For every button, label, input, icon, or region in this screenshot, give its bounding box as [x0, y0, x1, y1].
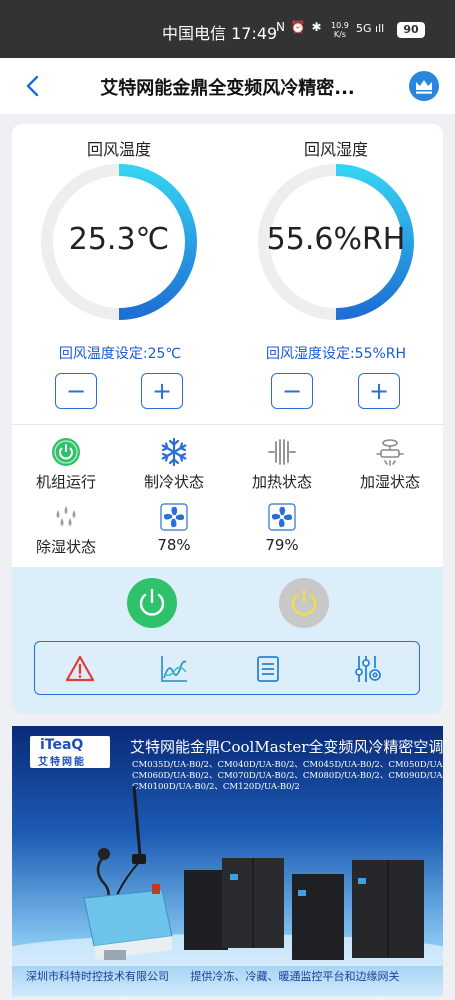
power-on-button[interactable]	[127, 578, 177, 628]
fan-speed-value: 78%	[157, 536, 191, 554]
logo-subtext: 艾特网能	[38, 757, 86, 768]
fan-speed-1: 78%	[129, 502, 219, 554]
tool-bar	[34, 641, 420, 695]
temperature-setpoint: 回风温度设定:25℃	[58, 346, 182, 362]
page-title: 艾特网能金鼎全变频风冷精密...	[100, 78, 355, 99]
alarm-icon[interactable]	[65, 654, 95, 684]
banner-footer: 深圳市科特时控技术有限公司 提供冷冻、冷藏、暖通监控平台和边缘网关	[12, 968, 443, 984]
status-label: 制冷状态	[143, 473, 204, 491]
net-speed: 10.9 K/s	[331, 21, 349, 39]
humidity-value: 55.6%RH	[266, 222, 406, 257]
status-carrier-time: 中国电信 17:49	[162, 20, 277, 44]
carrier-name: 中国电信	[162, 24, 227, 43]
divider	[12, 424, 443, 425]
control-area	[12, 567, 443, 714]
humidity-decrease-button[interactable]: −	[271, 373, 313, 409]
status-heating: 加热状态	[237, 437, 327, 492]
dehumidify-icon	[56, 506, 76, 526]
heater-icon	[268, 439, 296, 465]
snowflake-icon	[161, 437, 187, 467]
company-name: 深圳市科特时控技术有限公司	[26, 970, 169, 983]
temperature-value: 25.3℃	[68, 222, 170, 257]
status-unit-running: 机组运行	[21, 437, 111, 492]
status-label: 除湿状态	[35, 538, 96, 556]
status-label: 加热状态	[251, 473, 312, 491]
battery-icon: 90	[397, 22, 425, 38]
chart-icon[interactable]	[159, 654, 189, 684]
net-speed-value: 10.9	[331, 21, 349, 30]
status-bar: 中国电信 17:49 N ⏰ ✱ 10.9 K/s 5G ıll 90	[0, 0, 455, 58]
signal-icon: 5G ıll	[356, 22, 385, 35]
status-cooling: 制冷状态	[129, 437, 219, 492]
fan-speed-2: 79%	[237, 502, 327, 554]
status-label: 加湿状态	[359, 473, 420, 491]
logo-text: iTeaQ	[40, 737, 84, 753]
fan-speed-value: 79%	[265, 536, 299, 554]
humidity-gauge-title: 回风湿度	[303, 140, 368, 159]
status-dehumidifying: 除湿状态	[21, 502, 111, 557]
crown-icon	[416, 80, 432, 94]
model-line: CM060D/UA-B0/2、CM070D/UA-B0/2、CM080D/UA-…	[132, 771, 443, 781]
crown-button[interactable]	[409, 71, 439, 101]
power-off-button[interactable]	[279, 578, 329, 628]
company-slogan: 提供冷冻、冷藏、暖通监控平台和边缘网关	[190, 970, 400, 983]
fan-icon	[160, 503, 188, 531]
main-panel: 回风温度 25.3℃ 回风温度设定:25℃ − + 回风湿度 55.6%RH 回…	[12, 124, 443, 714]
humidity-setpoint: 回风湿度设定:55%RH	[265, 346, 407, 362]
humidifier-icon	[376, 439, 404, 466]
fan-icon	[268, 503, 296, 531]
app-header: 艾特网能金鼎全变频风冷精密...	[0, 58, 455, 114]
net-speed-unit: K/s	[333, 30, 346, 39]
notification-icons: N ⏰ ✱	[276, 20, 323, 34]
model-line: CM035D/UA-B0/2、CM040D/UA-B0/2、CM045D/UA-…	[132, 760, 443, 770]
power-icon	[291, 588, 317, 616]
status-label: 机组运行	[35, 473, 96, 491]
clock: 17:49	[231, 24, 278, 43]
power-icon	[139, 588, 165, 616]
banner-heading: 艾特网能金鼎CoolMaster全变频风冷精密空调	[130, 738, 443, 756]
list-icon[interactable]	[253, 654, 283, 684]
humidity-increase-button[interactable]: +	[358, 373, 400, 409]
temperature-decrease-button[interactable]: −	[55, 373, 97, 409]
settings-sliders-icon[interactable]	[353, 654, 383, 684]
power-on-icon	[52, 438, 80, 466]
back-arrow-icon[interactable]	[22, 74, 46, 98]
status-humidifying: 加湿状态	[345, 437, 435, 492]
product-banner[interactable]: iTeaQ 艾特网能 艾特网能金鼎CoolMaster全变频风冷精密空调 CM0…	[12, 726, 443, 996]
product-illustration	[12, 786, 443, 966]
temperature-gauge-title: 回风温度	[86, 140, 151, 159]
temperature-increase-button[interactable]: +	[141, 373, 183, 409]
brand-logo: iTeaQ 艾特网能	[30, 736, 110, 768]
